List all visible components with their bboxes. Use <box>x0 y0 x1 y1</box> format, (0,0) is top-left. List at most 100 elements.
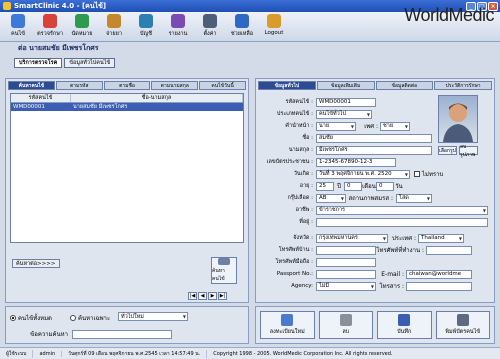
prefix-value: นาย <box>319 123 330 129</box>
subtab-additional[interactable]: ข้อมูลเพิ่มเติม <box>316 81 375 90</box>
new-patient-button[interactable]: ลงทะเบียนใหม่ <box>260 311 315 339</box>
column-header-name[interactable]: ชื่อ-นามสกุล <box>71 94 243 102</box>
window-title: SmartClinic 4.0 - [คนไข้] <box>14 1 107 10</box>
chart-icon <box>171 14 185 28</box>
print-card-button[interactable]: พิมพ์บัตรคนไข้ <box>435 311 490 339</box>
patient-detail-panel: ข้อมูลทั่วไป ข้อมูลเพิ่มเติม ข้อมูลติดต่… <box>255 78 495 303</box>
subtab-search[interactable]: ค้นหาคนไข้ <box>8 81 55 90</box>
sex-label: เพศ : <box>364 123 378 130</box>
patient-type-select[interactable]: คนไข้ทั่วไป <box>316 109 372 119</box>
save-button[interactable]: บันทึก <box>377 311 432 339</box>
tab-general-info[interactable]: ข้อมูลทั่วไปคนไข้ <box>64 58 116 68</box>
subtab-contact[interactable]: ข้อมูลติดต่อ <box>375 81 434 90</box>
toolbar-button-1[interactable]: ตรวจรักษา <box>34 12 66 42</box>
age-months-field[interactable]: 0 <box>344 181 362 191</box>
filter-radio[interactable] <box>70 315 76 321</box>
address-label: ที่อยู่ : <box>299 219 313 225</box>
page-title: ต่อ นายสมชัย มีเพชรโกศร <box>18 43 99 52</box>
search-more-button[interactable]: ค้นหาต่อ>>>> <box>12 259 60 268</box>
toolbar-label: จ่ายยา <box>106 31 122 37</box>
trash-icon <box>339 314 352 326</box>
status-user-label: ผู้ใช้ระบบ <box>0 349 34 358</box>
settings-icon <box>203 14 217 28</box>
name-field[interactable]: สมชัย <box>316 133 432 143</box>
agency-value: ไม่มี <box>319 283 330 289</box>
marital-select[interactable]: โสด <box>396 193 432 203</box>
agency-label: Agency: <box>291 283 313 289</box>
years-unit: ปี <box>337 183 341 190</box>
pager: |◀ ◀ ▶ ▶| <box>188 292 227 300</box>
action-bar: ลงทะเบียนใหม่ ลบ บันทึก พิมพ์บัตรคนไข้ <box>255 306 495 344</box>
citizen-id-label: เลขบัตรประชาชน : <box>266 159 313 165</box>
province-select[interactable]: กรุงเทพมหานคร <box>316 233 388 243</box>
home-tel-label: โทรศัพท์บ้าน : <box>278 247 313 253</box>
work-tel-field[interactable] <box>426 245 472 255</box>
months-unit: เดือน <box>362 183 376 190</box>
country-select[interactable]: Thailand <box>418 233 464 243</box>
email-label: E-mail : <box>381 270 404 278</box>
patient-icon <box>11 14 25 28</box>
cell-patient-name: นายสมชัย มีเพชรโกศร <box>73 104 128 110</box>
subtab-history[interactable]: ประวัติการรักษา <box>434 81 492 90</box>
subtab-by-name[interactable]: ตามชื่อ <box>103 81 151 90</box>
tab-service[interactable]: บริการตรวจโรค <box>14 58 63 68</box>
subtab-by-id[interactable]: ตามรหัส <box>55 81 103 90</box>
toolbar-label: รายงาน <box>168 31 188 37</box>
name-label: ชื่อ : <box>302 135 313 141</box>
subtab-general[interactable]: ข้อมูลทั่วไป <box>258 81 316 90</box>
sex-select[interactable]: ชาย <box>380 121 410 131</box>
sex-value: ชาย <box>383 123 394 129</box>
filter-select[interactable]: ทั่วไปใหม่ <box>118 312 188 321</box>
blood-select[interactable]: AB <box>316 193 346 203</box>
home-tel-field[interactable] <box>316 245 376 255</box>
surname-label: นามสกุล : <box>288 147 313 153</box>
prefix-select[interactable]: นาย <box>316 121 356 131</box>
prev-page-button[interactable]: ◀ <box>198 292 207 300</box>
passport-field[interactable] <box>316 269 376 279</box>
age-years-field[interactable]: 25 <box>316 181 334 191</box>
citizen-id-field[interactable]: 1-2345-67890-12-3 <box>316 157 396 167</box>
passport-label: Passport No.: <box>276 271 313 277</box>
subtab-today[interactable]: คนไข้วันนี้ <box>199 81 246 90</box>
toolbar-button-5[interactable]: รายงาน <box>162 12 194 42</box>
fax-field[interactable] <box>406 281 472 291</box>
email-field[interactable]: chaiwan@worldme <box>406 269 472 279</box>
search-text-input[interactable] <box>72 329 172 339</box>
first-page-button[interactable]: |◀ <box>188 292 197 300</box>
toolbar-label: นัดหมาย <box>71 31 93 37</box>
column-header-id[interactable]: รหัสคนไข้ <box>11 94 71 102</box>
toolbar-button-8[interactable]: Logout <box>258 12 290 42</box>
status-datetime: วันศุกร์ที่ 09 เดือน พฤศจิกายน พ.ศ.2545 … <box>62 349 208 358</box>
birthdate-label: วันเกิด : <box>293 171 313 177</box>
toolbar-button-6[interactable]: ตั้งค่า <box>194 12 226 42</box>
print-card-label: พิมพ์บัตรคนไข้ <box>445 329 481 335</box>
top-tabs: บริการตรวจโรค ข้อมูลทั่วไปคนไข้ <box>14 58 116 68</box>
toolbar-button-7[interactable]: ช่วยเหลือ <box>226 12 258 42</box>
age-label: อายุ : <box>299 183 313 189</box>
age-days-field[interactable]: 0 <box>376 181 394 191</box>
brand-logo: WorldMedic <box>404 5 494 25</box>
agency-select[interactable]: ไม่มี <box>316 281 376 291</box>
search-patient-button[interactable]: ค้นหาคนไข้ <box>211 257 237 284</box>
toolbar-button-3[interactable]: จ่ายยา <box>98 12 130 42</box>
toolbar-label: บัญชี <box>140 31 152 37</box>
patient-id-field[interactable]: WMD00001 <box>316 97 376 107</box>
unknown-birthdate-checkbox[interactable] <box>414 171 420 177</box>
choose-photo-button[interactable]: เลือกรูป <box>438 146 457 155</box>
mobile-field[interactable] <box>316 257 376 267</box>
next-page-button[interactable]: ▶ <box>208 292 217 300</box>
birthdate-picker[interactable]: วันที่ 3 พฤศจิกายน พ.ศ. 2520 <box>316 169 410 179</box>
last-page-button[interactable]: ▶| <box>218 292 227 300</box>
avatar <box>443 103 473 142</box>
occupation-select[interactable]: ข้าราชการ <box>316 205 488 215</box>
table-row[interactable]: WMD00001 นายสมชัย มีเพชรโกศร <box>11 103 243 111</box>
address-field[interactable] <box>316 217 488 227</box>
toolbar-button-2[interactable]: นัดหมาย <box>66 12 98 42</box>
all-patients-radio[interactable] <box>10 315 16 321</box>
delete-button[interactable]: ลบ <box>318 311 373 339</box>
toolbar-button-4[interactable]: บัญชี <box>130 12 162 42</box>
surname-field[interactable]: มีเพชรโกศร <box>316 145 432 155</box>
delete-photo-button[interactable]: ลบรูปภาพ <box>459 144 478 158</box>
toolbar-button-0[interactable]: คนไข้ <box>2 12 34 42</box>
subtab-by-surname[interactable]: ตามนามสกุล <box>151 81 199 90</box>
